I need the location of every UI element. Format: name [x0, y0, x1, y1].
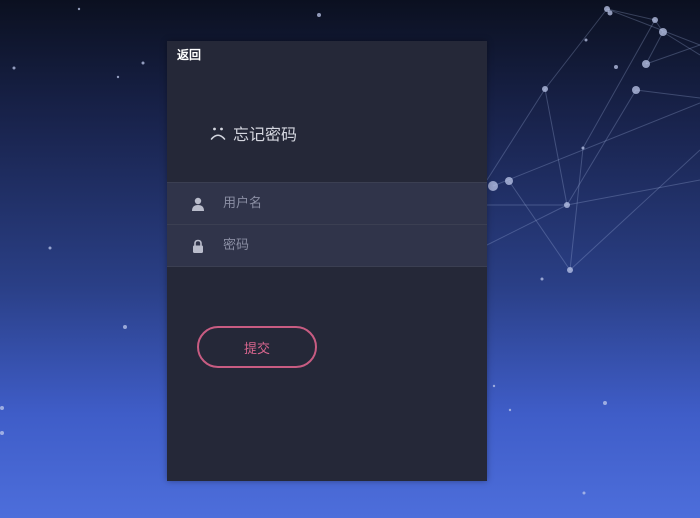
user-icon [192, 197, 204, 211]
lock-icon [193, 239, 203, 253]
form-title-row: 忘记密码 [209, 121, 297, 145]
username-input[interactable] [223, 188, 487, 219]
submit-button[interactable]: 提交 [197, 326, 317, 368]
sad-face-icon [210, 127, 226, 140]
password-input[interactable] [223, 230, 487, 261]
username-row [167, 183, 487, 224]
page-title: 忘记密码 [233, 125, 298, 144]
password-row [167, 224, 487, 266]
credentials-form [167, 182, 487, 267]
forgot-password-panel: 返回 忘记密码 提交 [167, 41, 487, 481]
back-link[interactable]: 返回 [177, 46, 201, 63]
